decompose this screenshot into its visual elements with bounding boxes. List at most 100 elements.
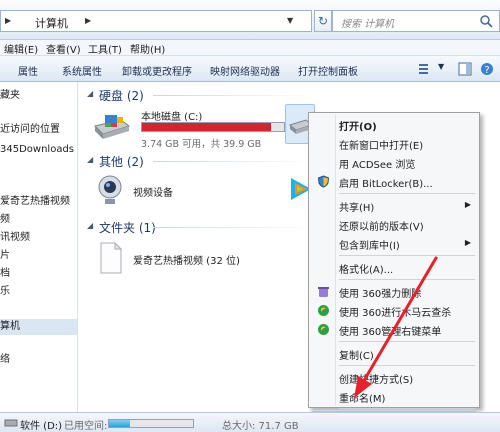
status-drive-name: 软件 (D:)	[20, 421, 63, 432]
status-total-size: 总大小: 71.7 GB	[222, 421, 299, 432]
menu-help[interactable]: 帮助(H)	[130, 41, 165, 56]
preview-pane-icon[interactable]	[458, 62, 472, 76]
context-menu-separator	[339, 255, 475, 256]
context-menu-item-label: 使用 360进行木马云查杀	[339, 308, 452, 319]
menu-edit[interactable]: 编辑(E)	[4, 41, 38, 56]
view-dropdown-icon[interactable]: ▼	[438, 62, 444, 71]
context-menu-item[interactable]: 在新窗口中打开(E)	[311, 134, 477, 153]
360-shield-icon	[318, 305, 329, 316]
menu-tools[interactable]: 工具(T)	[88, 41, 122, 56]
context-menu: 打开(O) 在新窗口中打开(E) 用 ACDSee 浏览 启用 BitLocker(B…	[308, 112, 480, 430]
nav-pictures-label: 片	[0, 250, 10, 261]
context-menu-separator	[339, 365, 475, 366]
toolbar-uninstall-button[interactable]: 卸载或更改程序	[122, 63, 192, 78]
nav-computer[interactable]: 算机	[0, 319, 77, 335]
group-other-label: 其他 (2)	[99, 155, 144, 169]
search-input[interactable]: 搜索 计算机	[332, 10, 500, 32]
help-icon[interactable]: ?	[480, 62, 494, 76]
context-menu-item-label: 打开(O)	[339, 122, 377, 133]
nav-recent-places[interactable]: 近访问的位置	[0, 122, 77, 138]
group-folders[interactable]: ◢ 文件夹 (1)	[83, 218, 313, 236]
nav-videos-label: 频	[0, 214, 10, 225]
collapse-icon[interactable]: ◢	[87, 89, 93, 98]
webcam-icon	[98, 175, 122, 204]
context-menu-item[interactable]: 包含到库中(I) ▶	[311, 234, 477, 253]
nav-documents[interactable]: 档	[0, 266, 77, 282]
context-menu-item-label: 使用 360强力删除	[339, 289, 422, 300]
context-menu-separator	[339, 193, 475, 194]
context-menu-item[interactable]: 用 ACDSee 浏览	[311, 153, 477, 172]
group-divider	[153, 227, 313, 228]
toolbar-map-drive-button[interactable]: 映射网络驱动器	[210, 63, 280, 78]
search-icon[interactable]	[479, 14, 493, 28]
nav-videos[interactable]: 频	[0, 212, 77, 228]
nav-network[interactable]: 络	[0, 352, 77, 368]
shield-icon	[317, 175, 330, 188]
nav-documents-label: 档	[0, 268, 10, 279]
drive-icon	[4, 419, 18, 427]
nav-downloads-label: 345Downloads	[0, 144, 75, 155]
context-menu-item[interactable]: 使用 360进行木马云查杀	[311, 301, 477, 320]
command-bar: 属性 系统属性 卸载或更改程序 映射网络驱动器 打开控制面板 ▼ ?	[0, 56, 500, 82]
nav-tencent-label: 讯视频	[0, 232, 30, 243]
group-other[interactable]: ◢ 其他 (2)	[83, 152, 313, 170]
breadcrumb-computer[interactable]: 计算机	[35, 15, 68, 31]
context-menu-item[interactable]: 复制(C)	[311, 344, 477, 363]
nav-music-label: 乐	[0, 286, 10, 297]
context-menu-item-label: 重命名(M)	[339, 394, 386, 405]
drive-c-usage-fill	[142, 123, 271, 131]
file-icon	[100, 242, 123, 274]
svg-text:?: ?	[484, 65, 489, 76]
context-menu-item[interactable]: 共享(H) ▶	[311, 196, 477, 215]
menu-view[interactable]: 查看(V)	[46, 41, 81, 56]
nav-favorites-label: 藏夹	[0, 90, 20, 101]
nav-music[interactable]: 乐	[0, 284, 77, 300]
folder-iqiyi[interactable]: 爱奇艺热播视频 (32 位)	[95, 242, 295, 278]
nav-iqiyi-label: 爱奇艺热播视频	[0, 196, 70, 207]
nav-computer-label: 算机	[0, 321, 20, 332]
context-menu-separator	[339, 279, 475, 280]
collapse-icon[interactable]: ◢	[87, 221, 93, 230]
context-menu-item-label: 还原以前的版本(V)	[339, 222, 424, 233]
drive-c[interactable]: 本地磁盘 (C:) 3.74 GB 可用，共 39.9 GB	[87, 106, 287, 152]
context-menu-item[interactable]: 创建快捷方式(S)	[311, 368, 477, 387]
breadcrumb-root-chevron-icon[interactable]: ▶	[5, 16, 11, 25]
context-menu-item[interactable]: 使用 360强力删除	[311, 282, 477, 301]
toolbar-properties-button[interactable]: 属性	[18, 63, 38, 78]
video-device-item[interactable]: 视频设备	[95, 174, 235, 208]
nav-recent-label: 近访问的位置	[0, 124, 60, 135]
refresh-button[interactable]: ↻	[314, 10, 332, 32]
collapse-icon[interactable]: ◢	[87, 155, 93, 164]
context-menu-item[interactable]: 打开(O)	[311, 115, 477, 134]
address-history-dropdown-icon[interactable]: ▼	[287, 16, 293, 25]
360-delete-icon	[318, 287, 329, 297]
drive-c-label: 本地磁盘 (C:)	[141, 112, 203, 123]
context-menu-item-label: 在新窗口中打开(E)	[339, 141, 424, 152]
nav-tencent-video[interactable]: 讯视频	[0, 230, 77, 246]
context-menu-item[interactable]: 还原以前的版本(V)	[311, 215, 477, 234]
group-folders-label: 文件夹 (1)	[99, 221, 156, 235]
address-field[interactable]: ▶ 计算机 ▶ ▼	[0, 10, 312, 32]
search-placeholder: 搜索 计算机	[341, 19, 395, 30]
folder-iqiyi-label: 爱奇艺热播视频 (32 位)	[133, 256, 240, 267]
nav-favorites[interactable]: 藏夹	[0, 88, 77, 104]
context-menu-item-label: 包含到库中(I)	[339, 241, 400, 252]
context-menu-item[interactable]: 使用 360管理右键菜单	[311, 320, 477, 339]
context-menu-item-label: 共享(H)	[339, 203, 375, 214]
status-usage-fill	[109, 420, 130, 427]
address-bar: ▶ 计算机 ▶ ▼ ↻ 搜索 计算机	[0, 0, 500, 40]
view-options-icon[interactable]	[418, 62, 434, 76]
nav-pictures[interactable]: 片	[0, 248, 77, 264]
toolbar-system-properties-button[interactable]: 系统属性	[62, 63, 102, 78]
nav-downloads[interactable]: 345Downloads	[0, 142, 77, 158]
context-menu-item[interactable]: 重命名(M)	[311, 387, 477, 406]
group-hard-disks-label: 硬盘 (2)	[99, 89, 144, 103]
context-menu-separator	[339, 341, 475, 342]
group-hard-disks[interactable]: ◢ 硬盘 (2)	[83, 86, 313, 104]
context-menu-item[interactable]: 启用 BitLocker(B)...	[311, 172, 477, 191]
toolbar-control-panel-button[interactable]: 打开控制面板	[298, 63, 358, 78]
nav-iqiyi-videos[interactable]: 爱奇艺热播视频	[0, 194, 77, 210]
group-divider	[153, 161, 313, 162]
breadcrumb-chevron-icon[interactable]: ▶	[85, 16, 91, 25]
context-menu-item[interactable]: 格式化(A)...	[311, 258, 477, 277]
